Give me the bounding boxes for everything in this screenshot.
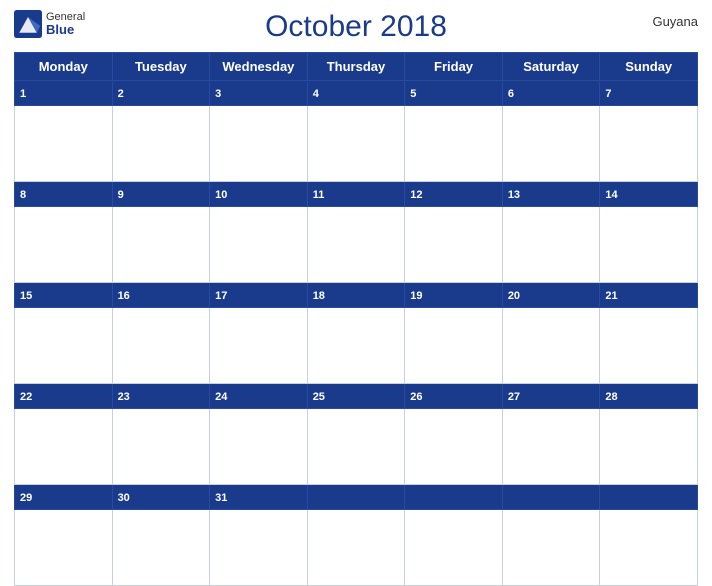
date-19: 19 xyxy=(405,283,503,308)
date-17: 17 xyxy=(210,283,308,308)
calendar-header: General Blue October 2018 Guyana xyxy=(14,10,698,44)
date-12: 12 xyxy=(405,182,503,207)
date-5: 5 xyxy=(405,81,503,106)
country-label: Guyana xyxy=(652,14,698,29)
date-2: 2 xyxy=(112,81,210,106)
cell-15 xyxy=(15,308,113,384)
week-1-content-row xyxy=(15,106,698,182)
cell-25 xyxy=(307,409,405,485)
date-15: 15 xyxy=(15,283,113,308)
date-25: 25 xyxy=(307,384,405,409)
cell-16 xyxy=(112,308,210,384)
cell-9 xyxy=(112,207,210,283)
date-24: 24 xyxy=(210,384,308,409)
header-monday: Monday xyxy=(15,53,113,81)
date-9: 9 xyxy=(112,182,210,207)
header-friday: Friday xyxy=(405,53,503,81)
date-6: 6 xyxy=(502,81,600,106)
date-26: 26 xyxy=(405,384,503,409)
cell-20 xyxy=(502,308,600,384)
cell-19 xyxy=(405,308,503,384)
date-13: 13 xyxy=(502,182,600,207)
cell-empty-2 xyxy=(405,510,503,586)
cell-23 xyxy=(112,409,210,485)
week-3-content-row xyxy=(15,308,698,384)
date-20: 20 xyxy=(502,283,600,308)
date-14: 14 xyxy=(600,182,698,207)
cell-4 xyxy=(307,106,405,182)
week-5-header-row: 29 30 31 xyxy=(15,485,698,510)
cell-31 xyxy=(210,510,308,586)
date-empty-1 xyxy=(307,485,405,510)
date-11: 11 xyxy=(307,182,405,207)
cell-empty-1 xyxy=(307,510,405,586)
date-31: 31 xyxy=(210,485,308,510)
date-28: 28 xyxy=(600,384,698,409)
month-title: October 2018 xyxy=(265,10,447,44)
cell-22 xyxy=(15,409,113,485)
date-1: 1 xyxy=(15,81,113,106)
cell-1 xyxy=(15,106,113,182)
cell-29 xyxy=(15,510,113,586)
cell-17 xyxy=(210,308,308,384)
cell-21 xyxy=(600,308,698,384)
cell-12 xyxy=(405,207,503,283)
date-empty-3 xyxy=(502,485,600,510)
cell-30 xyxy=(112,510,210,586)
date-21: 21 xyxy=(600,283,698,308)
date-10: 10 xyxy=(210,182,308,207)
week-2-content-row xyxy=(15,207,698,283)
date-8: 8 xyxy=(15,182,113,207)
header-thursday: Thursday xyxy=(307,53,405,81)
date-16: 16 xyxy=(112,283,210,308)
logo: General Blue xyxy=(14,10,85,38)
cell-7 xyxy=(600,106,698,182)
header-tuesday: Tuesday xyxy=(112,53,210,81)
week-4-header-row: 22 23 24 25 26 27 28 xyxy=(15,384,698,409)
cell-6 xyxy=(502,106,600,182)
cell-empty-4 xyxy=(600,510,698,586)
calendar-table: Monday Tuesday Wednesday Thursday Friday… xyxy=(14,52,698,586)
cell-3 xyxy=(210,106,308,182)
date-7: 7 xyxy=(600,81,698,106)
cell-24 xyxy=(210,409,308,485)
cell-empty-3 xyxy=(502,510,600,586)
date-4: 4 xyxy=(307,81,405,106)
date-empty-2 xyxy=(405,485,503,510)
week-5-content-row xyxy=(15,510,698,586)
week-4-content-row xyxy=(15,409,698,485)
date-29: 29 xyxy=(15,485,113,510)
cell-5 xyxy=(405,106,503,182)
weekday-header-row: Monday Tuesday Wednesday Thursday Friday… xyxy=(15,53,698,81)
date-27: 27 xyxy=(502,384,600,409)
week-2-header-row: 8 9 10 11 12 13 14 xyxy=(15,182,698,207)
logo-text: General Blue xyxy=(46,11,85,37)
date-23: 23 xyxy=(112,384,210,409)
header-saturday: Saturday xyxy=(502,53,600,81)
calendar-wrapper: General Blue October 2018 Guyana Monday … xyxy=(0,0,712,550)
header-sunday: Sunday xyxy=(600,53,698,81)
week-1-header-row: 1 2 3 4 5 6 7 xyxy=(15,81,698,106)
cell-10 xyxy=(210,207,308,283)
date-empty-4 xyxy=(600,485,698,510)
cell-26 xyxy=(405,409,503,485)
cell-14 xyxy=(600,207,698,283)
cell-27 xyxy=(502,409,600,485)
logo-blue-text: Blue xyxy=(46,23,85,37)
cell-8 xyxy=(15,207,113,283)
date-18: 18 xyxy=(307,283,405,308)
header-wednesday: Wednesday xyxy=(210,53,308,81)
cell-13 xyxy=(502,207,600,283)
cell-2 xyxy=(112,106,210,182)
cell-28 xyxy=(600,409,698,485)
date-3: 3 xyxy=(210,81,308,106)
cell-11 xyxy=(307,207,405,283)
date-22: 22 xyxy=(15,384,113,409)
cell-18 xyxy=(307,308,405,384)
logo-icon xyxy=(14,10,42,38)
date-30: 30 xyxy=(112,485,210,510)
week-3-header-row: 15 16 17 18 19 20 21 xyxy=(15,283,698,308)
